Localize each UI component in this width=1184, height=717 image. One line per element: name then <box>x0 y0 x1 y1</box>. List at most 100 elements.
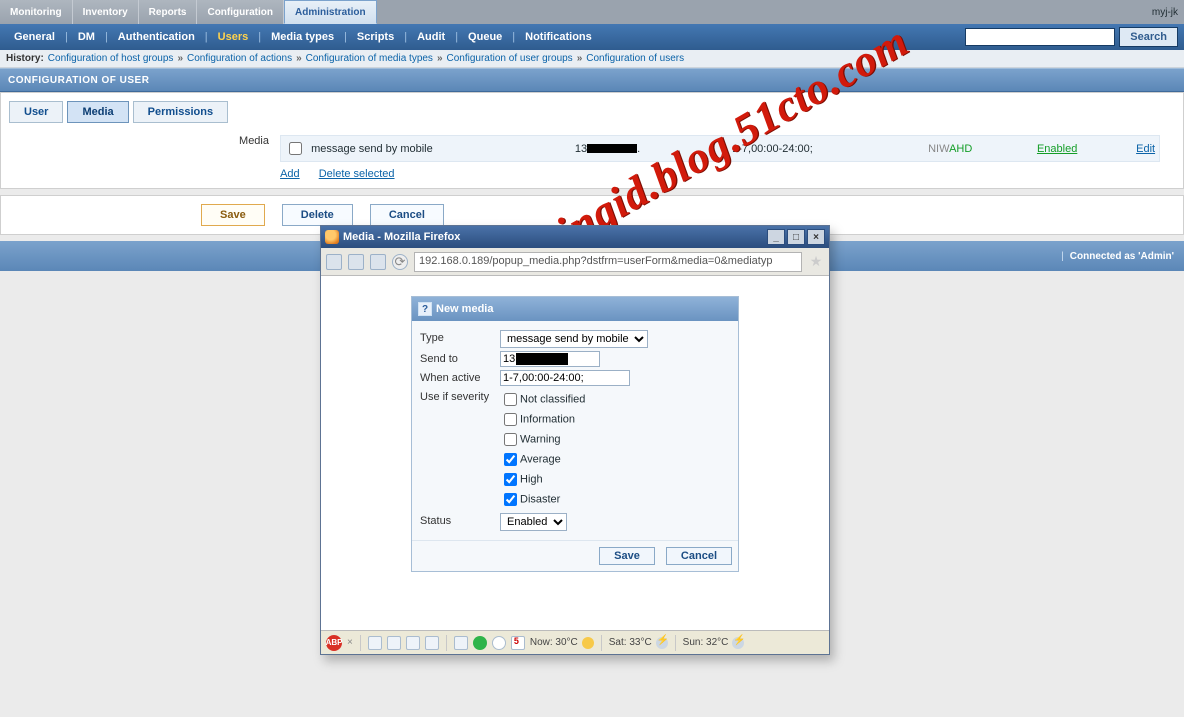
calendar-icon[interactable] <box>511 636 525 650</box>
nav-general[interactable]: General <box>6 31 63 43</box>
firefox-icon <box>325 230 339 244</box>
severity-high[interactable]: High <box>500 470 585 489</box>
nav-queue[interactable]: Queue <box>460 31 510 43</box>
when-active-input[interactable] <box>500 370 630 386</box>
form-title: New media <box>436 303 493 315</box>
crumb-user-groups[interactable]: Configuration of user groups <box>447 53 573 64</box>
media-row-checkbox[interactable] <box>289 142 302 155</box>
widget-title: CONFIGURATION OF USER <box>0 68 1184 92</box>
breadcrumb: History: Configuration of host groups» C… <box>0 50 1184 68</box>
status-online-icon[interactable] <box>473 636 487 650</box>
crumb-actions[interactable]: Configuration of actions <box>187 53 292 64</box>
top-tab-inventory[interactable]: Inventory <box>73 0 139 24</box>
top-tab-administration[interactable]: Administration <box>284 0 377 24</box>
status-icon[interactable] <box>425 636 439 650</box>
help-icon[interactable]: ? <box>418 302 432 316</box>
nav-users[interactable]: Users <box>210 31 257 43</box>
maximize-button[interactable]: □ <box>787 229 805 245</box>
label-when-active: When active <box>420 370 500 384</box>
minimize-button[interactable]: _ <box>767 229 785 245</box>
search-button[interactable]: Search <box>1119 27 1178 47</box>
top-tab-reports[interactable]: Reports <box>139 0 198 24</box>
media-section-label: Media <box>209 135 269 147</box>
connected-as-label: Connected as 'Admin' <box>1070 251 1174 262</box>
severity-disaster[interactable]: Disaster <box>500 490 585 509</box>
severity-checkbox[interactable] <box>504 453 517 466</box>
sun-icon <box>582 637 594 649</box>
severity-checkbox[interactable] <box>504 413 517 426</box>
storm-icon <box>732 637 744 649</box>
adblock-icon[interactable]: ABP <box>326 635 342 651</box>
severity-checkbox[interactable] <box>504 433 517 446</box>
severity-information[interactable]: Information <box>500 410 585 429</box>
status-icon[interactable] <box>368 636 382 650</box>
clock-icon[interactable] <box>492 636 506 650</box>
status-icon[interactable] <box>387 636 401 650</box>
nav-audit[interactable]: Audit <box>409 31 453 43</box>
status-icon[interactable] <box>406 636 420 650</box>
close-button[interactable]: × <box>807 229 825 245</box>
tab-permissions[interactable]: Permissions <box>133 101 228 123</box>
toolbar-icon-2[interactable] <box>348 254 364 270</box>
severity-not-classified[interactable]: Not classified <box>500 390 585 409</box>
cancel-button[interactable]: Cancel <box>370 204 444 226</box>
crumb-users[interactable]: Configuration of users <box>586 53 684 64</box>
toolbar-icon-1[interactable] <box>326 254 342 270</box>
weather-sat: Sat: 33°C <box>609 637 652 648</box>
label-sendto: Send to <box>420 351 500 365</box>
url-bar[interactable]: 192.168.0.189/popup_media.php?dstfrm=use… <box>414 252 802 272</box>
redacted-icon <box>516 353 568 365</box>
crumb-host-groups[interactable]: Configuration of host groups <box>48 53 174 64</box>
top-tabbar: Monitoring Inventory Reports Configurati… <box>0 0 1184 24</box>
account-label: myj-jk <box>1146 0 1184 24</box>
user-config-panel: User Media Permissions Media message sen… <box>0 92 1184 189</box>
toolbar-icon-3[interactable] <box>370 254 386 270</box>
search-input[interactable] <box>965 28 1115 46</box>
weather-now: Now: 30°C <box>530 637 578 648</box>
top-tab-monitoring[interactable]: Monitoring <box>0 0 73 24</box>
media-add-link[interactable]: Add <box>280 168 300 180</box>
top-tab-configuration[interactable]: Configuration <box>197 0 284 24</box>
nav-media-types[interactable]: Media types <box>263 31 342 43</box>
tab-media[interactable]: Media <box>67 101 128 123</box>
nav-authentication[interactable]: Authentication <box>110 31 203 43</box>
subnav: General| DM| Authentication| Users| Medi… <box>0 24 1184 50</box>
redacted-icon <box>587 144 637 153</box>
media-type-cell: message send by mobile <box>311 143 563 155</box>
crumb-media-types[interactable]: Configuration of media types <box>306 53 433 64</box>
media-delete-selected-link[interactable]: Delete selected <box>319 168 395 180</box>
save-button[interactable]: Save <box>201 204 265 226</box>
popup-titlebar[interactable]: Media - Mozilla Firefox _ □ × <box>321 226 829 248</box>
media-edit-link[interactable]: Edit <box>1136 143 1155 155</box>
severity-warning[interactable]: Warning <box>500 430 585 449</box>
media-severity-cell: NIWAHD <box>928 143 1025 155</box>
status-icon[interactable] <box>454 636 468 650</box>
type-select[interactable]: message send by mobile <box>500 330 648 348</box>
popup-save-button[interactable]: Save <box>599 547 655 565</box>
storm-icon <box>656 637 668 649</box>
popup-title: Media - Mozilla Firefox <box>343 231 460 243</box>
reload-icon[interactable]: ⟳ <box>392 254 408 270</box>
weather-sun: Sun: 32°C <box>683 637 729 648</box>
media-popup-window: Media - Mozilla Firefox _ □ × ⟳ 192.168.… <box>320 225 830 655</box>
delete-button[interactable]: Delete <box>282 204 353 226</box>
popup-cancel-button[interactable]: Cancel <box>666 547 732 565</box>
label-type: Type <box>420 330 500 344</box>
severity-checkbox[interactable] <box>504 393 517 406</box>
nav-dm[interactable]: DM <box>70 31 103 43</box>
media-status-link[interactable]: Enabled <box>1037 143 1077 155</box>
tab-user[interactable]: User <box>9 101 63 123</box>
status-select[interactable]: Enabled <box>500 513 567 531</box>
popup-toolbar: ⟳ 192.168.0.189/popup_media.php?dstfrm=u… <box>321 248 829 276</box>
nav-notifications[interactable]: Notifications <box>517 31 600 43</box>
new-media-form: ? New media Type message send by mobile … <box>411 296 739 572</box>
severity-checkbox[interactable] <box>504 493 517 506</box>
nav-scripts[interactable]: Scripts <box>349 31 402 43</box>
abp-close-icon[interactable]: × <box>347 637 353 648</box>
user-tabs: User Media Permissions <box>9 101 1175 123</box>
media-sendto-cell: 13. <box>575 143 720 155</box>
severity-checkbox[interactable] <box>504 473 517 486</box>
bookmark-star-icon[interactable]: ★ <box>808 253 824 270</box>
media-row: message send by mobile 13. 1-7,00:00-24:… <box>280 135 1160 162</box>
severity-average[interactable]: Average <box>500 450 585 469</box>
